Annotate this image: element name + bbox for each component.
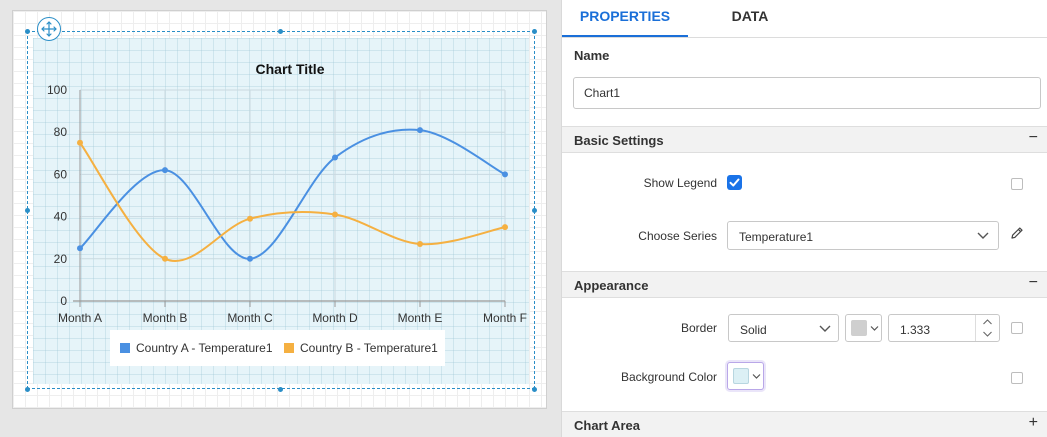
data-point	[417, 127, 423, 134]
name-input-value: Chart1	[584, 86, 621, 100]
border-style-dropdown[interactable]: Solid	[728, 314, 839, 342]
legend-label: Country B - Temperature1	[300, 341, 438, 355]
y-tick-label: 40	[54, 210, 68, 224]
choose-series-dropdown[interactable]: Temperature1	[727, 221, 999, 250]
x-tick-label: Month A	[58, 311, 102, 325]
chevron-down-icon	[752, 374, 761, 379]
background-color-label: Background Color	[620, 370, 717, 384]
chevron-up-icon[interactable]	[982, 318, 993, 326]
data-point	[162, 255, 168, 262]
background-expression-checkbox[interactable]	[1011, 372, 1023, 384]
chevron-down-icon	[870, 326, 879, 331]
data-point	[332, 211, 338, 218]
x-tick-label: Month F	[483, 311, 527, 325]
choose-series-label: Choose Series	[638, 229, 717, 243]
expand-icon[interactable]: +	[1029, 414, 1038, 432]
show-legend-checkbox[interactable]	[727, 175, 742, 190]
x-tick-label: Month B	[143, 311, 188, 325]
chart-area-header[interactable]: Chart Area +	[562, 411, 1047, 437]
appearance-title: Appearance	[574, 278, 649, 293]
y-tick-label: 100	[47, 83, 67, 97]
legend-swatch	[284, 343, 294, 353]
background-color-swatch	[733, 368, 749, 384]
data-point	[247, 255, 253, 262]
data-point	[247, 215, 253, 222]
border-width-value: 1.333	[900, 323, 931, 337]
data-point	[77, 245, 83, 252]
data-point	[417, 241, 423, 248]
collapse-icon[interactable]: −	[1029, 129, 1038, 147]
collapse-icon[interactable]: −	[1029, 274, 1038, 292]
data-point	[162, 167, 168, 174]
panel-tabs: PROPERTIES DATA	[562, 0, 1047, 38]
data-point	[77, 139, 83, 146]
chart-title: Chart Title	[256, 61, 325, 77]
background-color-picker[interactable]	[727, 362, 764, 390]
legend-swatch	[120, 343, 130, 353]
data-point	[332, 154, 338, 161]
legend-label: Country A - Temperature1	[136, 341, 273, 355]
chevron-down-icon	[977, 232, 989, 239]
data-point	[502, 171, 508, 178]
name-label: Name	[574, 48, 610, 63]
border-color-swatch	[851, 320, 867, 336]
series-line-1	[79, 142, 506, 262]
x-tick-label: Month C	[227, 311, 273, 325]
border-label: Border	[680, 321, 717, 335]
x-tick-label: Month D	[312, 311, 358, 325]
properties-panel: PROPERTIES DATA Name Chart1 Basic Settin…	[561, 0, 1047, 437]
basic-settings-header[interactable]: Basic Settings −	[562, 126, 1047, 153]
stepper-buttons	[975, 315, 999, 341]
y-tick-label: 80	[54, 125, 68, 139]
checkmark-icon	[729, 178, 740, 187]
show-legend-label: Show Legend	[643, 176, 717, 190]
border-expression-checkbox[interactable]	[1011, 322, 1023, 334]
y-tick-label: 60	[54, 167, 68, 181]
border-color-picker[interactable]	[845, 314, 882, 342]
basic-settings-title: Basic Settings	[574, 133, 664, 148]
data-point	[502, 224, 508, 231]
chart-area-title: Chart Area	[574, 418, 640, 433]
border-style-value: Solid	[740, 323, 767, 337]
choose-series-value: Temperature1	[739, 230, 814, 244]
chevron-down-icon	[819, 325, 831, 332]
name-input[interactable]: Chart1	[573, 77, 1041, 109]
show-legend-expression-checkbox[interactable]	[1011, 178, 1023, 190]
edit-pencil-icon[interactable]	[1009, 225, 1025, 241]
border-width-stepper[interactable]: 1.333	[888, 314, 1000, 342]
appearance-header[interactable]: Appearance −	[562, 271, 1047, 298]
tab-data[interactable]: DATA	[688, 0, 812, 37]
tab-properties[interactable]: PROPERTIES	[562, 0, 688, 37]
chart-svg: 0 20 40 60 80 100 Month A Month B Month C Month D…	[47, 61, 527, 366]
chevron-down-icon[interactable]	[982, 330, 993, 338]
y-tick-label: 0	[60, 294, 67, 308]
x-tick-label: Month E	[398, 311, 443, 325]
y-tick-label: 20	[54, 252, 68, 266]
